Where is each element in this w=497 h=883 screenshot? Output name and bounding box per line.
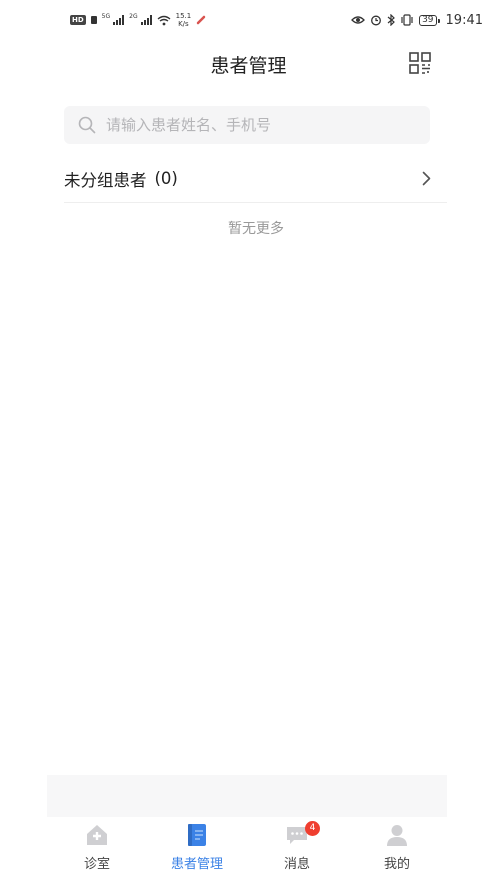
search-box[interactable] bbox=[64, 106, 430, 144]
tab-clinic[interactable]: 诊室 bbox=[47, 817, 147, 883]
tab-label: 患者管理 bbox=[170, 857, 223, 872]
search-input[interactable] bbox=[106, 116, 386, 134]
status-bar-right: 39 19:41 bbox=[351, 13, 483, 28]
list-end-text: 暂无更多 bbox=[228, 221, 284, 237]
wifi-icon bbox=[157, 15, 171, 25]
sim-icon bbox=[90, 16, 97, 24]
signal-icon bbox=[140, 15, 152, 25]
header: 患者管理 bbox=[0, 40, 497, 88]
vibrate-icon bbox=[401, 14, 413, 26]
bluetooth-icon bbox=[387, 14, 395, 26]
search-icon bbox=[78, 116, 96, 134]
unread-badge: 4 bbox=[305, 821, 320, 836]
group-count: (0) bbox=[154, 169, 178, 188]
alarm-icon bbox=[371, 15, 382, 26]
status-time: 19:41 bbox=[445, 12, 483, 28]
battery-icon: 39 bbox=[419, 14, 441, 26]
signal-icon bbox=[113, 15, 125, 25]
network-speed: 15.1 K/s bbox=[176, 12, 192, 28]
tab-label: 诊室 bbox=[83, 857, 110, 872]
speed-unit: K/s bbox=[178, 20, 189, 28]
status-bar-left: HD 5G 2G 15.1 K/s bbox=[70, 12, 206, 28]
chevron-right-icon bbox=[422, 171, 431, 186]
page-title: 患者管理 bbox=[210, 54, 287, 77]
profile-person-icon bbox=[387, 825, 407, 846]
tab-label: 消息 bbox=[283, 857, 310, 872]
clinic-house-icon bbox=[87, 825, 107, 845]
tab-profile[interactable]: 我的 bbox=[347, 817, 447, 883]
bottom-shade bbox=[47, 775, 447, 817]
hd-badge: HD bbox=[70, 15, 86, 25]
group-name: 未分组患者 bbox=[64, 170, 147, 190]
qr-code-icon[interactable] bbox=[409, 52, 431, 74]
tab-bar: 诊室 患者管理 4 消息 我的 bbox=[0, 817, 497, 883]
app-notification-icon bbox=[196, 15, 206, 25]
tab-patient-management[interactable]: 患者管理 bbox=[147, 817, 247, 883]
speed-value: 15.1 bbox=[175, 12, 192, 20]
tab-messages[interactable]: 4 消息 bbox=[247, 817, 347, 883]
patient-notebook-icon bbox=[188, 824, 206, 846]
status-bar: HD 5G 2G 15.1 K/s 39 19:41 bbox=[0, 0, 497, 40]
network-type-1: 5G bbox=[101, 12, 111, 20]
network-type-2: 2G bbox=[129, 12, 138, 20]
patient-group-row[interactable]: 未分组患者 (0) bbox=[64, 155, 447, 203]
tab-label: 我的 bbox=[383, 857, 410, 872]
eye-icon bbox=[351, 16, 365, 24]
